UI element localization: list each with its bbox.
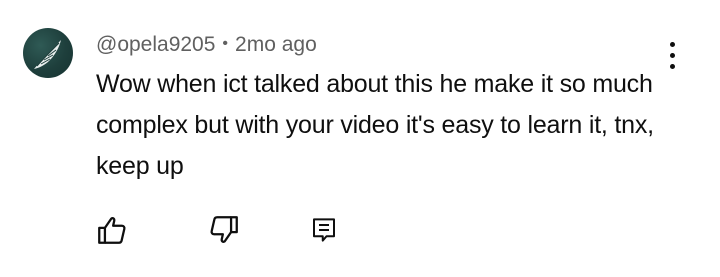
reply-comment-icon xyxy=(313,218,335,242)
more-options-button[interactable] xyxy=(656,36,688,76)
comment-meta: @opela9205 • 2mo ago xyxy=(96,30,317,60)
thumbs-down-icon xyxy=(210,216,238,243)
comment-actions xyxy=(0,210,720,254)
author-handle[interactable]: @opela9205 xyxy=(96,33,215,57)
comment-text: Wow when ict talked about this he make i… xyxy=(96,70,654,180)
meta-separator: • xyxy=(222,35,229,52)
comment-time: 2mo ago xyxy=(235,33,317,56)
thumbs-up-icon xyxy=(98,217,126,244)
avatar[interactable] xyxy=(23,28,73,78)
feather-wing-icon xyxy=(34,40,61,69)
comment-card: @opela9205 • 2mo ago Wow when ict talked… xyxy=(0,0,720,277)
more-vertical-icon xyxy=(670,42,675,47)
dislike-button[interactable] xyxy=(204,210,244,250)
reply-button[interactable] xyxy=(304,210,344,250)
like-button[interactable] xyxy=(92,210,132,250)
